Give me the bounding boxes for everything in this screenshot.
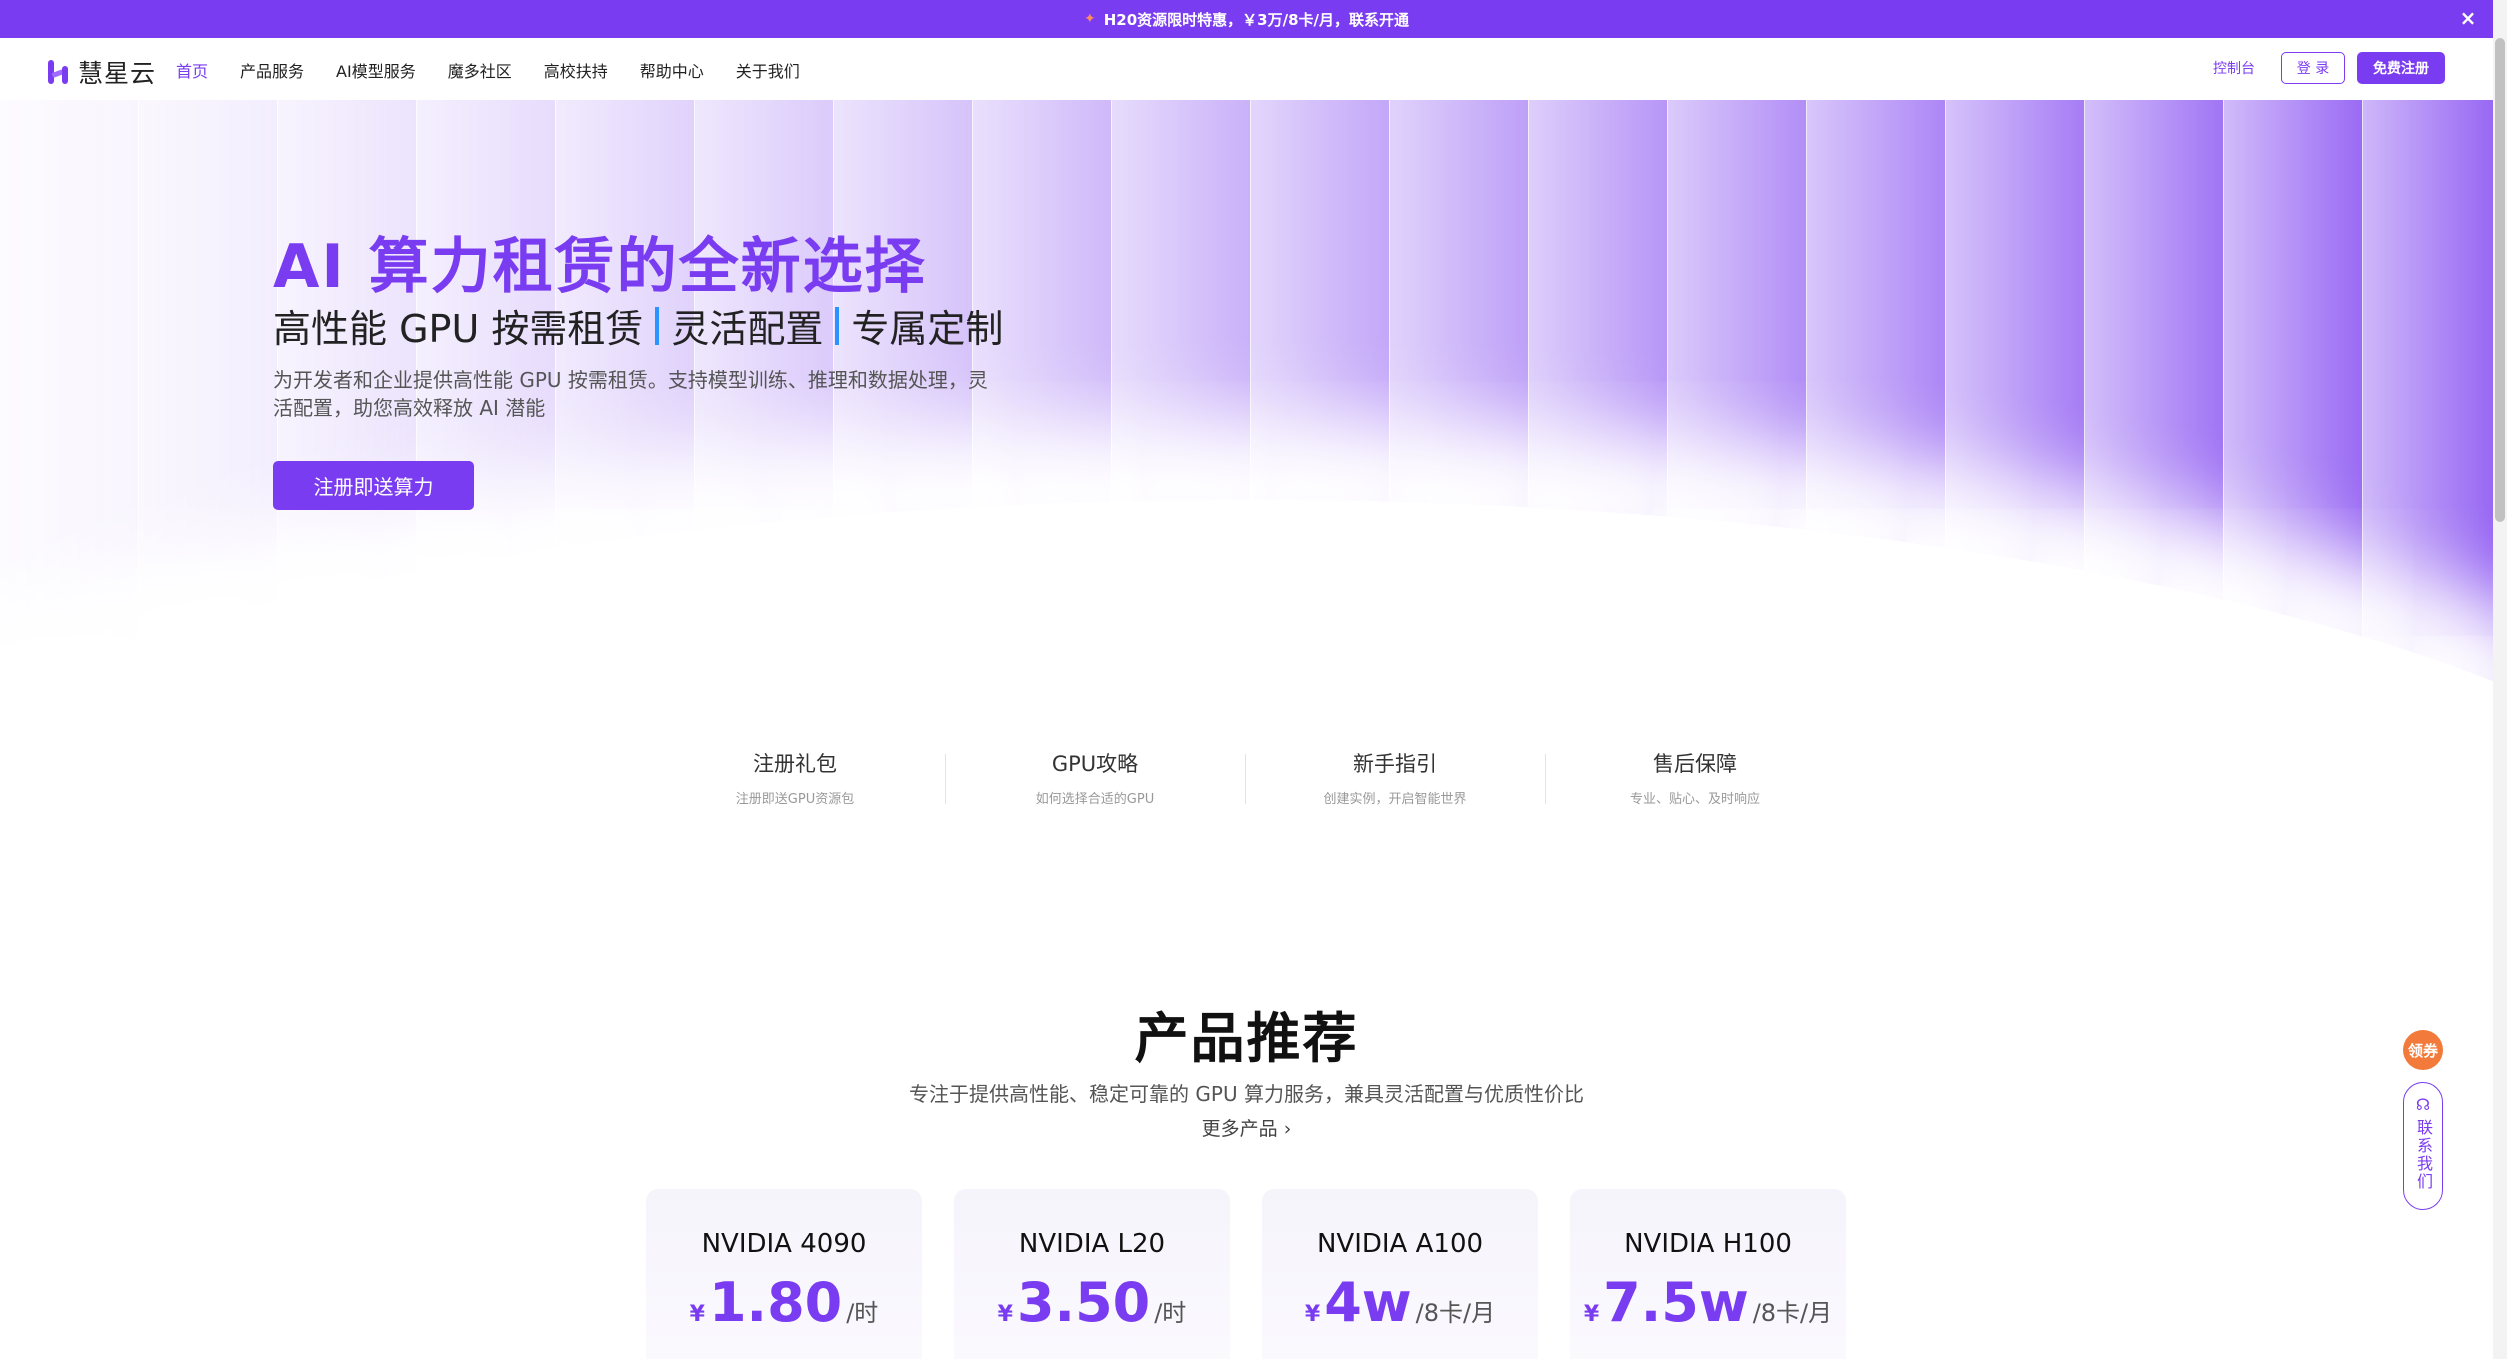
quick-link-title: 注册礼包 bbox=[753, 752, 837, 776]
product-card[interactable]: NVIDIA L20 ¥ 3.50 /时 bbox=[954, 1189, 1230, 1359]
hero-subtitle-part: 灵活配置 bbox=[671, 307, 824, 351]
currency-symbol: ¥ bbox=[1304, 1302, 1321, 1327]
logo-mark-icon bbox=[46, 58, 72, 86]
hero-cta-button[interactable]: 注册即送算力 bbox=[273, 461, 474, 510]
product-name: NVIDIA H100 bbox=[1624, 1229, 1792, 1259]
logo-text: 慧星云 bbox=[78, 59, 157, 88]
quick-link-title: 新手指引 bbox=[1353, 752, 1437, 776]
logo[interactable]: 慧星云 bbox=[46, 54, 156, 90]
top-nav: 慧星云 首页 产品服务 AI模型服务 魔多社区 高校扶持 帮助中心 关于我们 控… bbox=[0, 38, 2493, 100]
console-link[interactable]: 控制台 bbox=[2213, 58, 2255, 78]
price-value: 1.80 bbox=[708, 1271, 843, 1334]
quick-links: 注册礼包 注册即送GPU资源包 GPU攻略 如何选择合适的GPU 新手指引 创建… bbox=[645, 748, 1845, 808]
party-popper-icon: ✦ bbox=[1084, 11, 1096, 27]
promo-banner[interactable]: ✦ H20资源限时特惠，￥3万/8卡/月，联系开通 × bbox=[0, 0, 2493, 38]
scrollbar-track[interactable] bbox=[2493, 0, 2507, 1359]
price-value: 3.50 bbox=[1016, 1271, 1151, 1334]
subtitle-divider bbox=[655, 306, 660, 345]
nav-link-university[interactable]: 高校扶持 bbox=[544, 58, 608, 82]
quick-link-desc: 如何选择合适的GPU bbox=[1035, 792, 1155, 807]
product-name: NVIDIA 4090 bbox=[701, 1229, 867, 1259]
product-price: ¥ 3.50 /时 bbox=[954, 1271, 1230, 1334]
nav-link-help[interactable]: 帮助中心 bbox=[640, 58, 704, 82]
nav-link-community[interactable]: 魔多社区 bbox=[448, 58, 512, 82]
hero-subtitle: 高性能 GPU 按需租赁 灵活配置 专属定制 bbox=[273, 298, 1003, 353]
quick-link-desc: 注册即送GPU资源包 bbox=[735, 792, 855, 807]
product-price: ¥ 1.80 /时 bbox=[646, 1271, 922, 1334]
nav-link-about[interactable]: 关于我们 bbox=[736, 58, 800, 82]
product-name: NVIDIA A100 bbox=[1316, 1229, 1484, 1259]
products-subtitle: 专注于提供高性能、稳定可靠的 GPU 算力服务，兼具灵活配置与优质性价比 bbox=[909, 1082, 1584, 1106]
hero-description: 为开发者和企业提供高性能 GPU 按需租赁。支持模型训练、推理和数据处理，灵活配… bbox=[273, 368, 988, 420]
price-unit: /时 bbox=[1154, 1299, 1187, 1327]
currency-symbol: ¥ bbox=[1583, 1302, 1600, 1327]
coupon-button[interactable]: 领券 bbox=[2403, 1030, 2443, 1070]
quick-link-gift[interactable]: 注册礼包 注册即送GPU资源包 bbox=[645, 748, 945, 808]
register-button[interactable]: 免费注册 bbox=[2357, 52, 2445, 84]
more-products-row: 更多产品 › bbox=[0, 1114, 2493, 1141]
currency-symbol: ¥ bbox=[997, 1302, 1013, 1327]
currency-symbol: ¥ bbox=[689, 1302, 705, 1327]
product-cards: NVIDIA 4090 ¥ 1.80 /时 NVIDIA L20 ¥ 3.50 … bbox=[646, 1189, 1846, 1359]
quick-link-title: 售后保障 bbox=[1653, 752, 1737, 776]
price-unit: /8卡/月 bbox=[1415, 1299, 1496, 1327]
promo-text: H20资源限时特惠，￥3万/8卡/月，联系开通 bbox=[1103, 10, 1409, 29]
product-price: ¥ 4w /8卡/月 bbox=[1262, 1271, 1538, 1334]
nav-link-products[interactable]: 产品服务 bbox=[240, 58, 304, 82]
quick-link-support[interactable]: 售后保障 专业、贴心、及时响应 bbox=[1545, 748, 1845, 808]
product-name: NVIDIA L20 bbox=[1018, 1229, 1166, 1259]
subtitle-divider bbox=[835, 306, 840, 345]
quick-link-desc: 专业、贴心、及时响应 bbox=[1629, 792, 1760, 807]
hero-title: AI 算力租赁的全新选择 bbox=[273, 232, 927, 302]
product-price: ¥ 7.5w /8卡/月 bbox=[1570, 1271, 1846, 1334]
price-unit: /时 bbox=[846, 1299, 879, 1327]
products-title: 产品推荐 bbox=[1134, 1007, 1359, 1070]
nav-actions: 控制台 登 录 免费注册 bbox=[2213, 52, 2445, 84]
scrollbar-thumb[interactable] bbox=[2495, 38, 2505, 522]
price-value: 7.5w bbox=[1603, 1271, 1749, 1334]
nav-links: 首页 产品服务 AI模型服务 魔多社区 高校扶持 帮助中心 关于我们 bbox=[176, 58, 832, 82]
quick-link-gpu-guide[interactable]: GPU攻略 如何选择合适的GPU bbox=[945, 748, 1245, 808]
contact-us-button[interactable]: ☊ 联系我们 bbox=[2403, 1082, 2443, 1210]
product-card[interactable]: NVIDIA A100 ¥ 4w /8卡/月 bbox=[1262, 1189, 1538, 1359]
hero-subtitle-part: 高性能 GPU 按需租赁 bbox=[273, 307, 644, 351]
price-value: 4w bbox=[1324, 1271, 1412, 1334]
nav-link-home[interactable]: 首页 bbox=[176, 58, 208, 82]
price-unit: /8卡/月 bbox=[1752, 1299, 1833, 1327]
product-card[interactable]: NVIDIA 4090 ¥ 1.80 /时 bbox=[646, 1189, 922, 1359]
headset-icon: ☊ bbox=[2415, 1095, 2431, 1114]
product-card[interactable]: NVIDIA H100 ¥ 7.5w /8卡/月 bbox=[1570, 1189, 1846, 1359]
close-icon[interactable]: × bbox=[2457, 7, 2479, 29]
quick-link-desc: 创建实例，开启智能世界 bbox=[1323, 792, 1467, 807]
nav-link-ai-models[interactable]: AI模型服务 bbox=[336, 58, 416, 82]
contact-us-label: 联系我们 bbox=[2414, 1119, 2433, 1191]
more-products-link[interactable]: 更多产品 › bbox=[1202, 1118, 1292, 1140]
quick-link-title: GPU攻略 bbox=[1051, 752, 1139, 776]
hero-subtitle-part: 专属定制 bbox=[851, 307, 1004, 351]
login-button[interactable]: 登 录 bbox=[2281, 52, 2345, 84]
quick-link-beginner[interactable]: 新手指引 创建实例，开启智能世界 bbox=[1245, 748, 1545, 808]
